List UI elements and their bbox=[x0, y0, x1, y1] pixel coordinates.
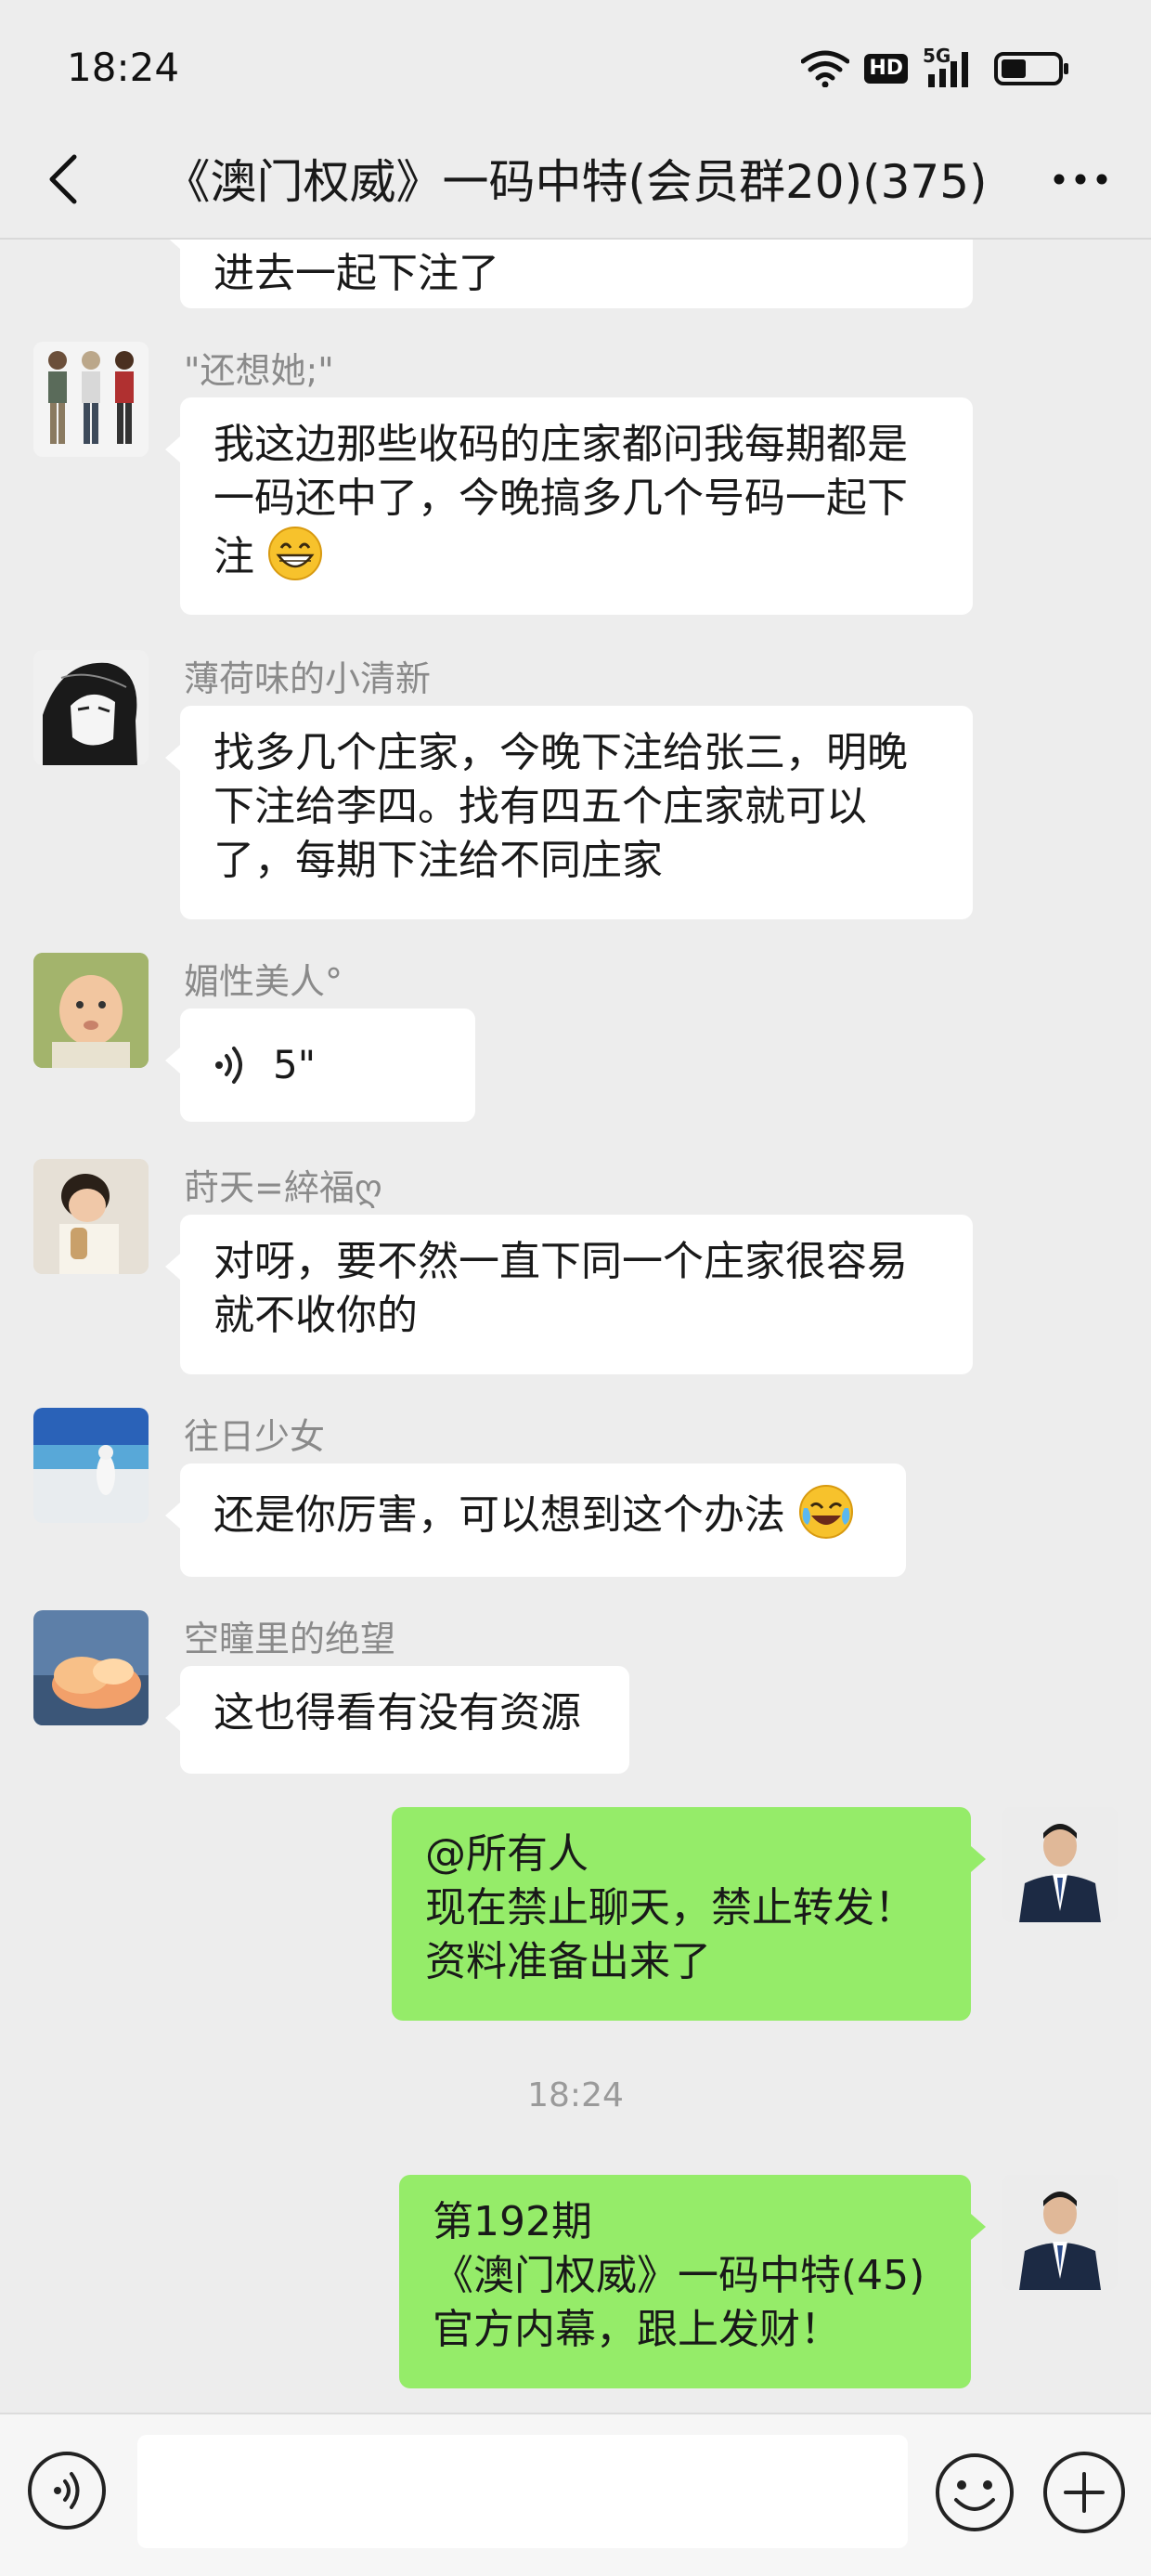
avatar[interactable] bbox=[33, 342, 149, 457]
wifi-icon bbox=[801, 50, 850, 87]
message-line: @所有人 bbox=[425, 1830, 588, 1878]
more-dots-icon bbox=[1054, 174, 1107, 185]
voice-row: 5" bbox=[213, 1029, 442, 1101]
message-line: 还是你厉害，可以想到这个办法 bbox=[213, 1484, 873, 1542]
message-bubble[interactable]: 找多几个庄家，今晚下注给张三，明晚 下注给李四。找有四五个庄家就可以 了，每期下… bbox=[165, 706, 973, 919]
chevron-left-icon bbox=[49, 154, 77, 204]
sender-name: 莳天=綷福ღ bbox=[184, 1167, 382, 1208]
message-bubble[interactable]: 我这边那些收码的庄家都问我每期都是 一码还中了，今晚搞多几个号码一起下 注 bbox=[165, 397, 973, 615]
chat-title: 《澳门权威》一码中特(会员群20)(375) bbox=[163, 155, 988, 209]
message-line: 就不收你的 bbox=[213, 1292, 418, 1339]
avatar[interactable] bbox=[1002, 2175, 1118, 2290]
message-bubble[interactable]: 还是你厉害，可以想到这个办法 bbox=[165, 1464, 906, 1577]
message-input[interactable] bbox=[137, 2435, 908, 2548]
sender-name: 空瞳里的绝望 bbox=[184, 1619, 396, 1659]
laugh-cry-emoji bbox=[799, 1485, 853, 1539]
message-line: 这也得看有没有资源 bbox=[213, 1689, 581, 1737]
sender-name: 往日少女 bbox=[184, 1416, 326, 1457]
status-bar: 18:24 HD 5G bbox=[0, 0, 1151, 137]
avatar[interactable] bbox=[33, 1408, 149, 1523]
message-list[interactable]: 进去一起下注了 "还想她;" 我这边那些收码的庄家都问我每期都是 一码还中了，今… bbox=[0, 240, 1151, 2413]
plus-icon bbox=[1064, 2472, 1105, 2513]
hd-label: HD bbox=[869, 57, 903, 80]
message-line: 资料准备出来了 bbox=[425, 1938, 711, 1985]
voice-input-icon bbox=[54, 2472, 80, 2509]
message-line: 对呀，要不然一直下同一个庄家很容易 bbox=[213, 1238, 908, 1285]
message-line: 官方内幕，跟上发财！ bbox=[433, 2306, 841, 2353]
input-bar bbox=[0, 2413, 1151, 2576]
chat-header: 《澳门权威》一码中特(会员群20)(375) bbox=[0, 121, 1151, 240]
battery-icon bbox=[994, 52, 1068, 85]
message-line: 现在禁止聊天，禁止转发！ bbox=[425, 1884, 915, 1932]
avatar[interactable] bbox=[33, 650, 149, 765]
message-bubble[interactable]: @所有人 现在禁止聊天，禁止转发！ 资料准备出来了 bbox=[392, 1807, 986, 2021]
voice-duration: 5" bbox=[273, 1042, 317, 1087]
status-icons: HD 5G bbox=[801, 43, 1069, 95]
sender-name: 媚性美人° bbox=[184, 961, 343, 1002]
voice-input-button[interactable] bbox=[28, 2452, 106, 2530]
status-time: 18:24 bbox=[67, 45, 180, 90]
voice-wave-icon bbox=[215, 1047, 242, 1084]
message-timestamp: 18:24 bbox=[527, 2076, 624, 2114]
avatar[interactable] bbox=[33, 1159, 149, 1274]
sender-name: "还想她;" bbox=[184, 350, 334, 391]
message-bubble[interactable]: 进去一起下注了 bbox=[165, 240, 973, 308]
emoji-icon bbox=[936, 2453, 1014, 2531]
message-bubble[interactable]: 这也得看有没有资源 bbox=[165, 1666, 629, 1774]
grin-emoji bbox=[268, 527, 322, 580]
back-button[interactable] bbox=[28, 144, 98, 215]
message-line: 第192期 bbox=[433, 2198, 592, 2245]
message-bubble[interactable]: 第192期 《澳门权威》一码中特(45) 官方内幕，跟上发财！ bbox=[399, 2175, 986, 2388]
avatar[interactable] bbox=[33, 1610, 149, 1725]
voice-message-bubble[interactable]: 5" bbox=[165, 1008, 475, 1122]
message-line: 《澳门权威》一码中特(45) bbox=[433, 2252, 925, 2299]
avatar[interactable] bbox=[33, 953, 149, 1068]
5g-signal-icon: 5G bbox=[923, 45, 978, 89]
sender-name: 薄荷味的小清新 bbox=[184, 658, 432, 699]
hd-icon: HD bbox=[864, 54, 908, 84]
message-line: 了，每期下注给不同庄家 bbox=[213, 837, 663, 884]
message-line: 一码还中了，今晚搞多几个号码一起下 bbox=[213, 475, 908, 522]
more-options-button[interactable] bbox=[1036, 144, 1125, 215]
message-text: 还是你厉害，可以想到这个办法 bbox=[213, 1491, 785, 1539]
emoji-button[interactable] bbox=[934, 2452, 1015, 2533]
plus-button[interactable] bbox=[1043, 2452, 1125, 2533]
message-line: 下注给李四。找有四五个庄家就可以 bbox=[213, 783, 867, 830]
message-line: 我这边那些收码的庄家都问我每期都是 bbox=[213, 421, 908, 468]
message-line: 找多几个庄家，今晚下注给张三，明晚 bbox=[213, 729, 908, 776]
message-text: 注 bbox=[213, 533, 254, 580]
message-bubble[interactable]: 对呀，要不然一直下同一个庄家很容易 就不收你的 bbox=[165, 1215, 973, 1374]
message-line: 注 bbox=[213, 526, 939, 584]
avatar[interactable] bbox=[1002, 1807, 1118, 1922]
message-text: 进去一起下注了 bbox=[213, 250, 499, 297]
